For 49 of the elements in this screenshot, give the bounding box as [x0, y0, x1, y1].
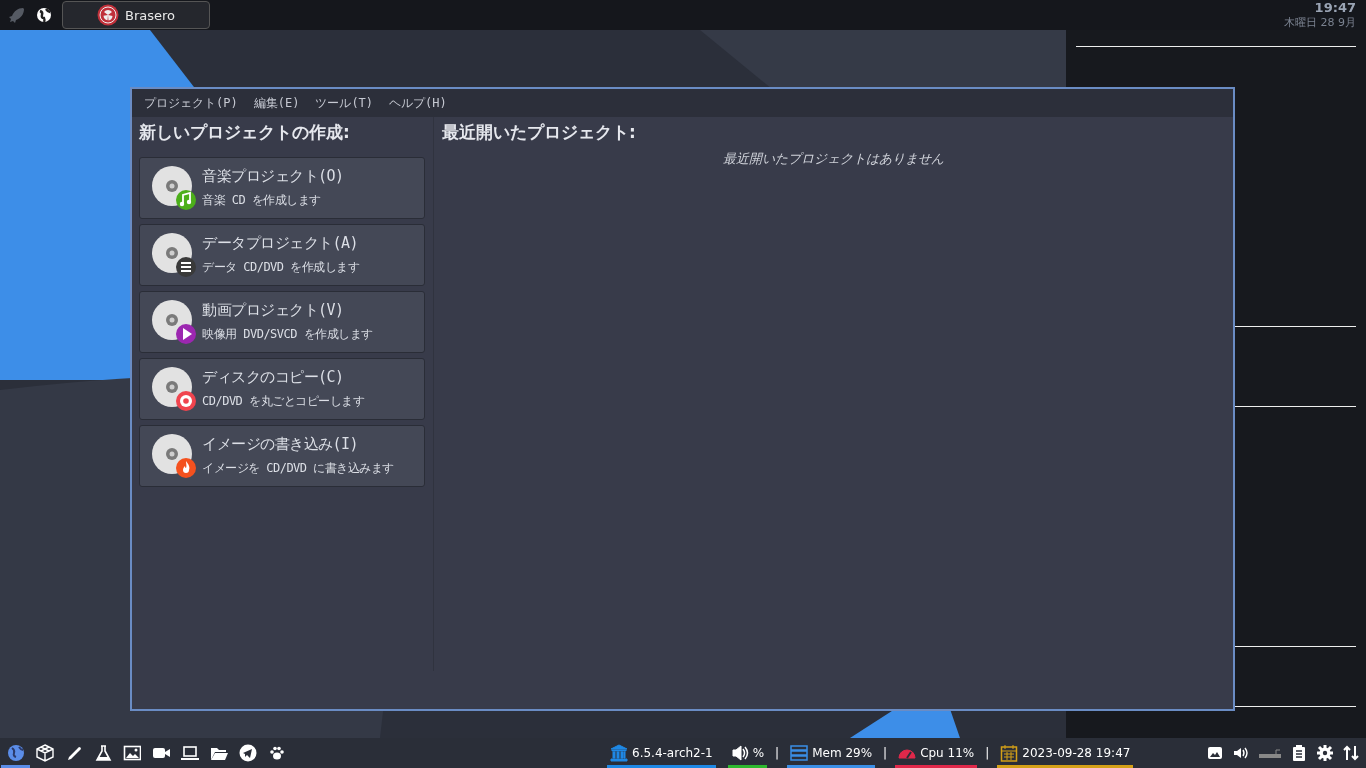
globe-icon	[36, 7, 52, 23]
speaker-icon	[730, 744, 749, 762]
menu-item[interactable]: ヘルプ(H)	[381, 94, 455, 112]
paper-plane-icon	[238, 744, 257, 762]
disc-music-icon	[152, 166, 196, 210]
laptop-icon	[180, 744, 199, 762]
tray-button[interactable]	[1342, 744, 1360, 762]
section-heading: 新しいプロジェクトの作成:	[139, 121, 351, 144]
menu-item[interactable]: 編集(E)	[245, 94, 308, 112]
section-heading: 最近開いたプロジェクト:	[442, 121, 637, 144]
status-widget[interactable]: Mem 29%	[787, 738, 876, 768]
separator-text: |	[882, 745, 889, 762]
disc-flame-icon	[152, 434, 196, 478]
taskbar-button[interactable]: Brasero	[62, 1, 210, 29]
cube-icon	[35, 744, 54, 762]
tray-button[interactable]	[1290, 744, 1308, 762]
settings-icon	[1316, 744, 1334, 762]
picture-icon	[1206, 744, 1224, 762]
bank-icon	[610, 744, 628, 762]
clipboard-icon	[1290, 744, 1308, 762]
separator-text: |	[774, 745, 781, 762]
disc-copy-icon	[152, 367, 196, 411]
disc-play-icon	[152, 300, 196, 344]
menu-item[interactable]: プロジェクト(P)	[136, 94, 246, 112]
tray-button[interactable]	[1206, 744, 1224, 762]
globe-icon	[6, 744, 25, 762]
project-type-button[interactable]: 動画プロジェクト(V) 映像用 DVD/SVCD を作成します	[139, 291, 425, 353]
arrows-icon	[1342, 744, 1360, 762]
project-type-button[interactable]: データプロジェクト(A) データ CD/DVD を作成します	[139, 224, 425, 286]
separator-text: |	[984, 745, 991, 762]
paw-icon	[267, 744, 286, 762]
image-icon	[122, 744, 141, 762]
tray-button[interactable]	[1316, 744, 1334, 762]
server-icon	[790, 744, 809, 762]
empty-message: 最近開いたプロジェクトはありません	[722, 150, 945, 168]
status-widget[interactable]: 2023-09-28 19:47	[997, 738, 1134, 768]
status-widget[interactable]: Cpu 11%	[895, 738, 978, 768]
clock-time: 19:47	[1314, 0, 1356, 15]
calendar-icon	[1000, 744, 1019, 762]
status-widget[interactable]: 6.5.4-arch2-1	[607, 738, 716, 768]
project-type-button[interactable]: イメージの書き込み(I) イメージを CD/DVD に書き込みます	[139, 425, 425, 487]
clock-date: 木曜日 28 9月	[1284, 15, 1356, 30]
disc-list-icon	[152, 233, 196, 277]
menu-item[interactable]: ツール(T)	[307, 94, 382, 112]
status-widget[interactable]: %	[727, 738, 768, 768]
project-type-button[interactable]: ディスクのコピー(C) CD/DVD を丸ごとコピーします	[139, 358, 425, 420]
flask-icon	[93, 744, 112, 762]
project-type-button[interactable]: 音楽プロジェクト(O) 音楽 CD を作成します	[139, 157, 425, 219]
disc-burner-icon	[97, 4, 119, 26]
